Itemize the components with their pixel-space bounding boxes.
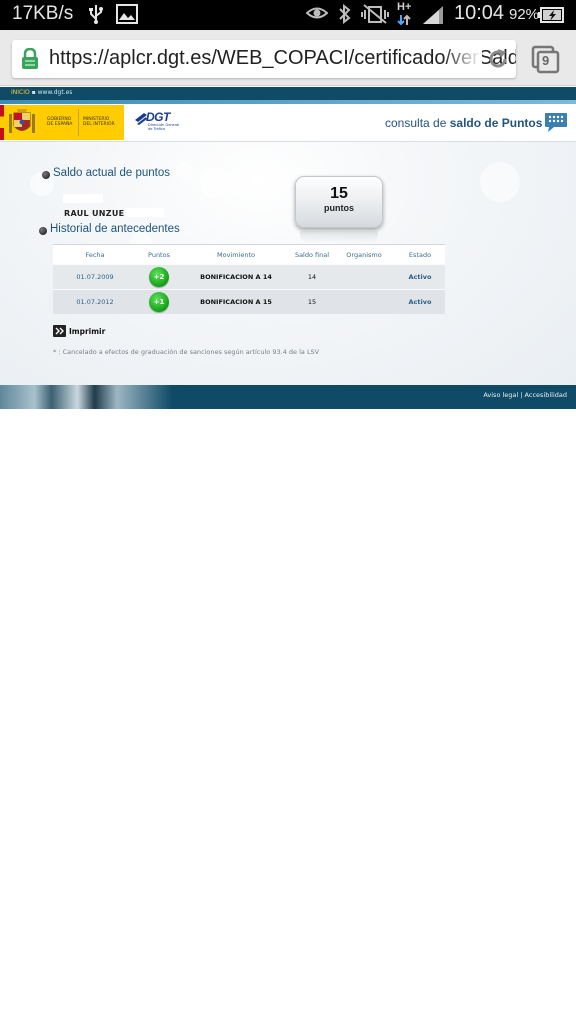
lsv-note: * : Cancelado a efectos de graduación de… <box>53 348 320 356</box>
bullet-icon <box>39 227 47 235</box>
signal-icon <box>423 6 443 24</box>
footer-banner-image <box>0 385 172 409</box>
eye-icon <box>306 7 328 19</box>
data-arrows-icon <box>397 14 411 26</box>
battery-charging-icon <box>538 7 564 23</box>
points-badge: +1 <box>149 292 169 312</box>
speech-bubble-icon <box>545 113 567 132</box>
reload-icon[interactable] <box>486 47 510 71</box>
table-row: 01.07.2012 +1 BONIFICACION A 15 15 Activ… <box>53 289 445 314</box>
historial-table: Fecha Puntos Movimiento Saldo final Orga… <box>53 244 445 314</box>
col-puntos: Puntos <box>148 251 170 259</box>
print-label: Imprimir <box>69 326 106 336</box>
image-icon <box>116 4 138 24</box>
col-estado: Estado <box>408 251 432 259</box>
site-header: GOBIERNO DE ESPAÑA MINISTERIO DEL INTERIOR… <box>0 104 576 142</box>
dgt-web-link[interactable]: www.dgt.es <box>38 89 73 96</box>
print-button[interactable]: Imprimir <box>53 325 105 337</box>
points-value: 15 <box>330 185 348 202</box>
usb-icon <box>89 5 103 24</box>
inicio-link[interactable]: INICIO <box>11 89 30 96</box>
dgt-logo[interactable]: DGT Dirección General de Tráfico <box>134 110 184 137</box>
aviso-legal-link[interactable]: Aviso legal <box>483 391 518 399</box>
clock: 10:04 <box>454 2 505 24</box>
redacted-field <box>126 208 164 217</box>
browser-toolbar: https://aplcr.dgt.es/WEB_COPACI/certific… <box>0 30 576 86</box>
saldo-title: Saldo actual de puntos <box>53 167 171 179</box>
main-content: Saldo actual de puntos RAUL UNZUE Histor… <box>0 142 576 397</box>
gobierno-logo[interactable]: GOBIERNO DE ESPAÑA MINISTERIO DEL INTERIOR <box>0 105 124 140</box>
tab-count: 9 <box>542 53 550 68</box>
lock-icon <box>22 48 38 69</box>
url-fade <box>442 40 482 78</box>
tabs-button[interactable]: 9 <box>531 45 561 75</box>
flag-stripe <box>0 105 4 140</box>
status-bar: 17KB/s H+ 10:04 92% <box>0 0 576 30</box>
top-strip: INICIO ▪ www.dgt.es <box>0 87 576 100</box>
consulta-title: consulta de saldo de Puntos <box>385 116 543 130</box>
row-fecha: 01.07.2009 <box>76 273 114 281</box>
bluetooth-icon <box>339 4 351 24</box>
points-balance-box: 15 puntos <box>295 176 383 228</box>
web-page: INICIO ▪ www.dgt.es GOBIERNO DE ESPAÑA MI… <box>0 87 576 409</box>
driver-name: RAUL UNZUE <box>64 209 125 218</box>
col-organismo: Organismo <box>346 251 382 259</box>
row-movimiento: BONIFICACION A 15 <box>200 298 272 306</box>
col-fecha: Fecha <box>85 251 105 259</box>
network-speed: 17KB/s <box>12 3 74 24</box>
row-saldo-final: 15 <box>307 298 317 306</box>
row-fecha: 01.07.2012 <box>76 298 114 306</box>
site-footer: Aviso legal | Accesibilidad <box>0 385 576 409</box>
col-movimiento: Movimiento <box>216 251 256 259</box>
network-type: H+ <box>397 1 412 13</box>
table-row: 01.07.2009 +2 BONIFICACION A 14 14 Activ… <box>53 264 445 289</box>
row-movimiento: BONIFICACION A 14 <box>200 273 272 281</box>
vibrate-mute-icon <box>361 4 389 24</box>
dgt-sub-line2: de Tráfico <box>148 127 165 131</box>
points-badge: +2 <box>149 267 169 287</box>
dgt-wordmark: DGT <box>146 110 170 124</box>
row-saldo-final: 14 <box>307 273 317 281</box>
row-estado: Activo <box>408 298 432 306</box>
ministerio-line2: DEL INTERIOR <box>83 122 115 127</box>
accesibilidad-link[interactable]: Accesibilidad <box>525 391 567 399</box>
points-label: puntos <box>324 203 354 213</box>
row-estado: Activo <box>408 273 432 281</box>
gobierno-line2: DE ESPAÑA <box>47 122 73 127</box>
address-bar[interactable]: https://aplcr.dgt.es/WEB_COPACI/certific… <box>12 40 516 78</box>
col-saldo-final: Saldo final <box>294 251 330 259</box>
historial-title: Historial de antecedentes <box>50 223 180 235</box>
print-arrow-icon <box>53 325 66 337</box>
points-reflection <box>300 231 378 243</box>
bullet-icon <box>42 171 50 179</box>
table-header: Fecha Puntos Movimiento Saldo final Orga… <box>53 244 445 264</box>
redacted-field <box>63 194 103 203</box>
battery-percent: 92% <box>509 6 540 23</box>
coat-of-arms-icon <box>9 109 35 133</box>
